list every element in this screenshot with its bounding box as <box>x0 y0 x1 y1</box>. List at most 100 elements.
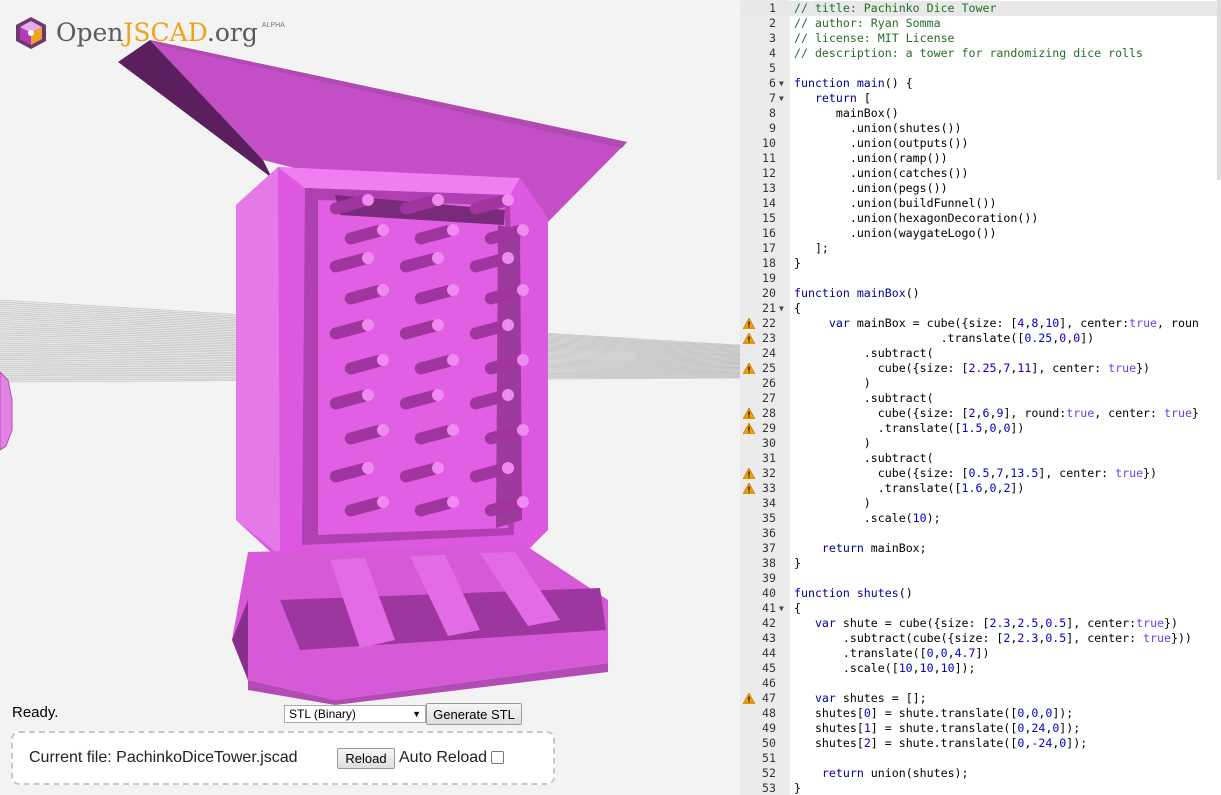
code-line[interactable]: 36 <box>740 526 1221 541</box>
line-number: 21 <box>762 301 776 315</box>
code-line[interactable]: 29 .translate([1.5,0,0]) <box>740 421 1221 436</box>
code-line[interactable]: 4 // description: a tower for randomizing… <box>740 46 1221 61</box>
code-line[interactable]: 34 ) <box>740 496 1221 511</box>
code-line[interactable]: 8 mainBox() <box>740 106 1221 121</box>
openjscad-logo[interactable]: OpenJSCAD.org ALPHA <box>14 16 285 50</box>
warning-icon[interactable] <box>743 468 755 479</box>
peg-head <box>502 319 514 331</box>
code-line[interactable]: 52 return union(shutes); <box>740 766 1221 781</box>
code-line[interactable]: 23 .translate([0.25,0,0]) <box>740 331 1221 346</box>
code-line[interactable]: 37 return mainBox; <box>740 541 1221 556</box>
code-line[interactable]: 22 var mainBox = cube({size: [4,8,10], c… <box>740 316 1221 331</box>
peg-head <box>432 319 444 331</box>
chevron-down-icon: ▼ <box>412 709 421 719</box>
code-line[interactable]: 35 .scale(10); <box>740 511 1221 526</box>
line-number: 3 <box>769 31 776 45</box>
warning-icon[interactable] <box>743 483 755 494</box>
code-line[interactable]: 43 .subtract(cube({size: [2,2.3,0.5], ce… <box>740 631 1221 646</box>
code-line[interactable]: 48 shutes[0] = shute.translate([0,0,0]); <box>740 706 1221 721</box>
auto-reload-checkbox[interactable] <box>491 751 504 764</box>
code-line[interactable]: 30 ) <box>740 436 1221 451</box>
code-line[interactable]: 33 .translate([1.6,0,2]) <box>740 481 1221 496</box>
code-line[interactable]: 31 .subtract( <box>740 451 1221 466</box>
code-line[interactable]: 28 cube({size: [2,6,9], round:true, cent… <box>740 406 1221 421</box>
peg-head <box>502 389 514 401</box>
code-line[interactable]: 14 .union(buildFunnel()) <box>740 196 1221 211</box>
code-line[interactable]: 20 function mainBox() <box>740 286 1221 301</box>
warning-icon[interactable] <box>743 318 755 329</box>
code-editor[interactable]: 1 // title: Pachinko Dice Tower 2 // author… <box>740 0 1221 795</box>
code-line[interactable]: 2 // author: Ryan Somma <box>740 16 1221 31</box>
code-line[interactable]: 53} <box>740 781 1221 795</box>
warning-icon[interactable] <box>743 363 755 374</box>
code-line[interactable]: 7 ▼ return [ <box>740 91 1221 106</box>
file-drop-panel[interactable]: Current file: PachinkoDiceTower.jscad Re… <box>11 731 555 785</box>
code-line[interactable]: 41 ▼ { <box>740 601 1221 616</box>
line-number: 15 <box>762 211 776 225</box>
code-line[interactable]: 9 .union(shutes()) <box>740 121 1221 136</box>
code-line[interactable]: 16 .union(waygateLogo()) <box>740 226 1221 241</box>
export-format-select[interactable]: STL (Binary) ▼ <box>284 705 426 723</box>
code-text: // description: a tower for randomizing … <box>794 46 1144 60</box>
code-line[interactable]: 18} <box>740 256 1221 271</box>
line-number: 41 <box>762 601 776 615</box>
fold-arrow-icon[interactable]: ▼ <box>779 601 784 616</box>
code-line[interactable]: 38} <box>740 556 1221 571</box>
line-number: 9 <box>769 121 776 135</box>
code-line[interactable]: 42 var shute = cube({size: [2.3,2.5,0.5]… <box>740 616 1221 631</box>
fold-arrow-icon[interactable]: ▼ <box>779 301 784 316</box>
line-number: 6 <box>769 76 776 90</box>
line-number: 45 <box>762 661 776 675</box>
code-line[interactable]: 10 .union(outputs()) <box>740 136 1221 151</box>
peg-head <box>377 424 389 436</box>
code-line[interactable]: 49 shutes[1] = shute.translate([0,24,0])… <box>740 721 1221 736</box>
code-line[interactable]: 26 ) <box>740 376 1221 391</box>
code-line[interactable]: 51 <box>740 751 1221 766</box>
model-render[interactable] <box>0 0 740 795</box>
code-line[interactable]: 5 <box>740 61 1221 76</box>
fold-arrow-icon[interactable]: ▼ <box>779 91 784 106</box>
code-line[interactable]: 19 <box>740 271 1221 286</box>
code-line[interactable]: 39 <box>740 571 1221 586</box>
editor-scrollbar[interactable] <box>1217 0 1221 180</box>
code-text: .subtract(cube({size: [2,2.3,0.5], cente… <box>794 631 1192 645</box>
code-line[interactable]: 32 cube({size: [0.5,7,13.5], center: tru… <box>740 466 1221 481</box>
warning-icon[interactable] <box>743 693 755 704</box>
code-line[interactable]: 50 shutes[2] = shute.translate([0,-24,0]… <box>740 736 1221 751</box>
code-text: return union(shutes); <box>821 766 969 780</box>
code-line[interactable]: 6 ▼ function main() { <box>740 76 1221 91</box>
line-number: 8 <box>769 106 776 120</box>
code-text: // title: Pachinko Dice Tower <box>794 1 997 15</box>
code-text: ) <box>794 436 871 450</box>
code-line[interactable]: 21 ▼ { <box>740 301 1221 316</box>
code-line[interactable]: 3 // license: MIT License <box>740 31 1221 46</box>
code-line[interactable]: 17 ]; <box>740 241 1221 256</box>
code-line[interactable]: 25 cube({size: [2.25,7,11], center: true… <box>740 361 1221 376</box>
fold-arrow-icon[interactable]: ▼ <box>779 76 784 91</box>
code-text: ) <box>794 376 871 390</box>
code-text: } <box>794 256 801 270</box>
line-number: 43 <box>762 631 776 645</box>
generate-stl-button[interactable]: Generate STL <box>426 703 522 725</box>
code-line[interactable]: 47 var shutes = []; <box>740 691 1221 706</box>
warning-icon[interactable] <box>743 408 755 419</box>
code-line[interactable]: 1 // title: Pachinko Dice Tower <box>740 1 1221 16</box>
warning-icon[interactable] <box>743 423 755 434</box>
code-line[interactable]: 40 function shutes() <box>740 586 1221 601</box>
code-text: .union(ramp()) <box>794 151 948 165</box>
code-line[interactable]: 24 .subtract( <box>740 346 1221 361</box>
3d-viewer[interactable]: OpenJSCAD.org ALPHA Ready. STL (Binary) … <box>0 0 740 795</box>
code-line[interactable]: 15 .union(hexagonDecoration()) <box>740 211 1221 226</box>
line-number: 53 <box>762 781 776 795</box>
code-line[interactable]: 46 <box>740 676 1221 691</box>
code-line[interactable]: 45 .scale([10,10,10]); <box>740 661 1221 676</box>
reload-button[interactable]: Reload <box>337 748 395 769</box>
code-text: .translate([0,0,4.7]) <box>794 646 990 660</box>
code-text: var shutes = []; <box>814 691 927 705</box>
code-line[interactable]: 44 .translate([0,0,4.7]) <box>740 646 1221 661</box>
code-line[interactable]: 11 .union(ramp()) <box>740 151 1221 166</box>
code-line[interactable]: 27 .subtract( <box>740 391 1221 406</box>
code-line[interactable]: 12 .union(catches()) <box>740 166 1221 181</box>
warning-icon[interactable] <box>743 333 755 344</box>
code-line[interactable]: 13 .union(pegs()) <box>740 181 1221 196</box>
